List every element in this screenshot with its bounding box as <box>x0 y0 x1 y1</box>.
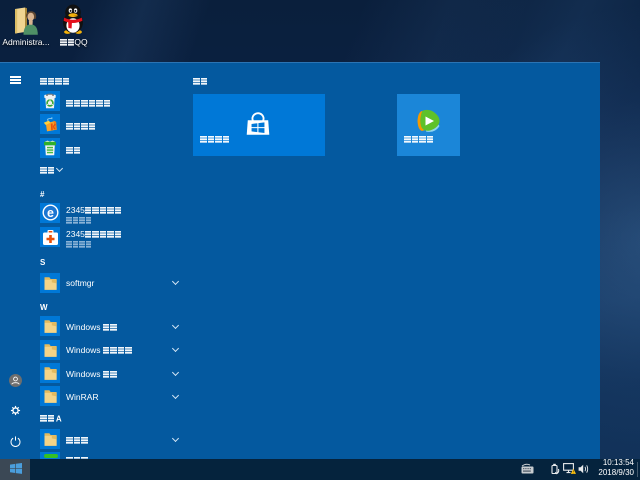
svg-text:e: e <box>47 206 54 220</box>
